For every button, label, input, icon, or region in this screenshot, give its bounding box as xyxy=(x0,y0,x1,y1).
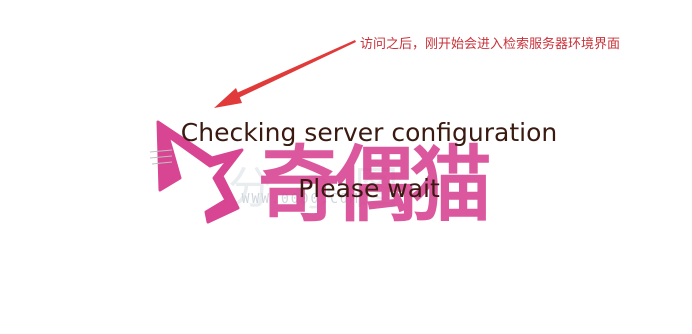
annotation-text: 访问之后，刚开始会进入检索服务器环境界面 xyxy=(360,37,621,52)
status-subheading: Please wait xyxy=(298,174,440,203)
status-heading: Checking server configuration xyxy=(180,118,558,147)
